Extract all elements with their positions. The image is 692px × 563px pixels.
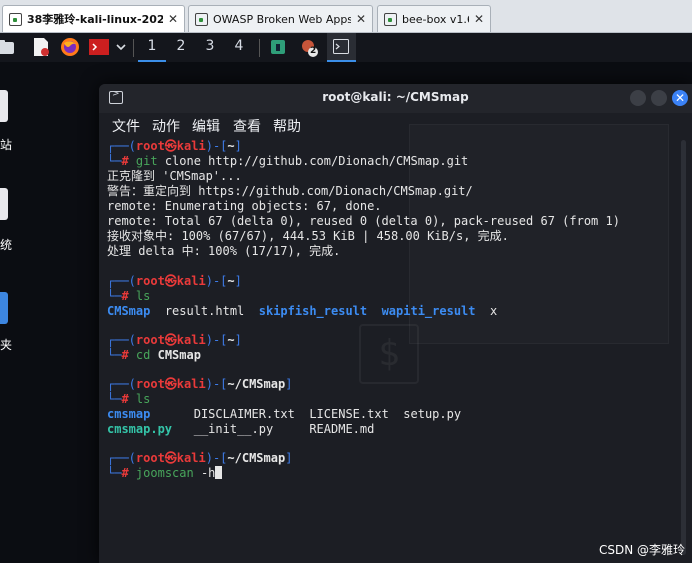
text-editor-icon[interactable] [31,37,51,57]
vm-icon [384,12,397,26]
ls-entry-dir: cmsmap [107,407,151,421]
text-cursor [215,466,223,479]
prompt-line: ┌──(root㉿kali)-[~/CMSmap] [107,377,293,391]
vm-icon [195,12,208,26]
ls-entry-file: README.md [309,422,375,436]
vm-icon [9,12,22,26]
prompt-line: ┌──(root㉿kali)-[~] [107,139,242,153]
vm-tab-beebox[interactable]: bee-box v1.6 ✕ [377,5,491,32]
close-icon[interactable]: ✕ [356,12,366,26]
vm-tab-kali[interactable]: 38李雅玲-kali-linux-2023.... ✕ [2,5,185,32]
ls-entry-py: cmsmap.py [107,422,173,436]
menu-view[interactable]: 查看 [233,116,261,136]
taskbar-terminal[interactable] [327,33,356,62]
ls-entry-file: LICENSE.txt [309,407,389,421]
ls-entry-file: result.html [164,304,245,318]
desktop-icon-label: 站 [0,138,13,152]
output-line: remote: Enumerating objects: 67, done. [107,199,382,213]
vm-tab-owasp[interactable]: OWASP Broken Web Apps VM... ✕ [188,5,373,32]
chevron-down-icon[interactable] [114,37,128,57]
close-icon[interactable]: ✕ [168,12,178,26]
folder-icon[interactable] [0,37,20,57]
prompt-line: ┌──(root㉿kali)-[~] [107,274,242,288]
ls-entry-dir: skipfish_result [258,304,368,318]
vm-tab-label: OWASP Broken Web Apps VM... [213,12,351,26]
workspace-4[interactable]: 4 [225,33,253,62]
desktop-icon-label: 统 [0,238,13,252]
vm-tab-strip: 38李雅玲-kali-linux-2023.... ✕ OWASP Broken… [0,0,692,33]
maximize-button[interactable] [651,90,667,106]
workspace-2[interactable]: 2 [167,33,195,62]
prompt-line: ┌──(root㉿kali)-[~] [107,333,242,347]
csdn-watermark: CSDN @李雅玲 [599,543,686,557]
ls-output-line: cmsmap DISCLAIMER.txt LICENSE.txt setup.… [107,407,461,422]
output-line: 警告：重定向到 https://github.com/Dionach/CMSma… [107,184,473,198]
ls-entry-file: __init__.py [193,422,274,436]
output-line: 正克隆到 'CMSmap'... [107,169,242,183]
command-line: └─# ls [107,289,151,303]
ls-output-line: cmsmap.py __init__.py README.md [107,422,374,437]
menu-help[interactable]: 帮助 [273,116,301,136]
desktop-icon[interactable] [0,188,8,220]
kali-top-panel: 1 2 3 4 2 [0,33,692,62]
command-line: └─# git clone http://github.com/Dionach/… [107,154,469,168]
prompt-line: ┌──(root㉿kali)-[~/CMSmap] [107,451,293,465]
scrollbar[interactable] [681,140,686,555]
ls-entry-file: setup.py [403,407,462,421]
ls-entry-file: DISCLAIMER.txt [193,407,295,421]
minimize-button[interactable] [630,90,646,106]
output-line: remote: Total 67 (delta 0), reused 0 (de… [107,214,620,228]
app-icon[interactable] [268,37,288,57]
command-line: └─# ls [107,392,151,406]
panel-separator [259,39,260,57]
ls-entry-dir: wapiti_result [381,304,476,318]
close-button[interactable]: ✕ [672,90,688,106]
desktop-icon[interactable] [0,90,8,122]
terminal-output[interactable]: ┌──(root㉿kali)-[~] └─# git clone http://… [107,139,683,559]
ls-entry-file: x [489,304,498,318]
menu-action[interactable]: 动作 [152,116,180,136]
terminal-window[interactable]: root@kali: ~/CMSmap ✕ 文件 动作 编辑 查看 帮助 $ ┌… [99,84,692,563]
vm-tab-label: 38李雅玲-kali-linux-2023.... [27,13,163,26]
workspace-1[interactable]: 1 [138,33,166,62]
terminal-emulator-icon[interactable] [89,37,109,57]
output-line: 接收对象中: 100% (67/67), 444.53 KiB | 458.00… [107,229,509,243]
command-line: └─# cd CMSmap [107,348,201,362]
firefox-icon[interactable] [60,37,80,57]
ls-output-line: CMSmap result.html skipfish_result wapit… [107,304,497,319]
panel-separator [133,39,134,57]
vm-tab-label: bee-box v1.6 [402,12,469,26]
window-titlebar[interactable]: root@kali: ~/CMSmap ✕ [99,84,692,113]
desktop-icon-label: 夹 [0,338,13,352]
window-title: root@kali: ~/CMSmap [322,90,469,104]
output-line: 处理 delta 中: 100% (17/17), 完成. [107,244,341,258]
ls-entry-dir: CMSmap [107,304,151,318]
menu-edit[interactable]: 编辑 [192,116,220,136]
close-icon[interactable]: ✕ [474,12,484,26]
folder-icon[interactable] [0,292,8,324]
workspace-3[interactable]: 3 [196,33,224,62]
terminal-icon [333,39,349,54]
notification-badge: 2 [310,46,317,56]
command-line[interactable]: └─# joomscan -h [107,466,223,481]
menu-file[interactable]: 文件 [112,116,140,136]
